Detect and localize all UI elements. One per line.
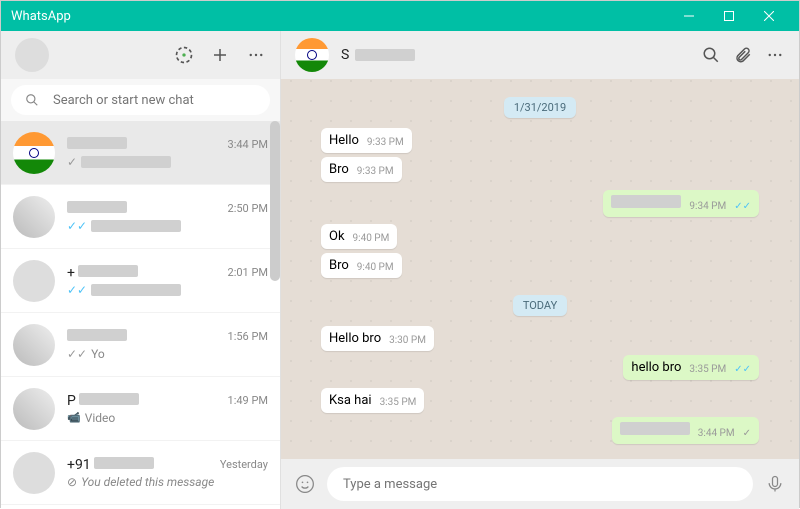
- redacted-name: [355, 49, 415, 61]
- message-text: Ok: [329, 229, 345, 244]
- search-wrap: [1, 79, 280, 121]
- mic-icon[interactable]: [765, 474, 785, 494]
- message-time: 3:35 PM: [380, 397, 417, 408]
- chat-item[interactable]: TuesdayHahahahahaa: [1, 505, 280, 509]
- chat-time: 3:44 PM: [228, 138, 268, 151]
- scrollbar[interactable]: [270, 121, 280, 281]
- chat-time: 1:49 PM: [228, 394, 268, 407]
- chat-item[interactable]: +91 Yesterday ⊘You deleted this message: [1, 441, 280, 505]
- compose-input-wrap[interactable]: [327, 467, 753, 501]
- window-buttons: [669, 1, 789, 31]
- chat-time: 2:50 PM: [228, 202, 268, 215]
- emoji-icon[interactable]: [295, 474, 315, 494]
- message-time: 9:33 PM: [367, 137, 404, 148]
- chat-avatar: [13, 388, 55, 430]
- chat-name: [67, 201, 127, 217]
- message-tick: ✓✓: [734, 201, 751, 212]
- message-text: hello bro: [631, 360, 681, 375]
- contact-avatar[interactable]: [295, 38, 329, 72]
- chat-list[interactable]: 3:44 PM ✓ 2:50 PM ✓✓ + 2:01 PM ✓✓ 1:56 PM ✓✓Yo P…: [1, 121, 280, 509]
- chat-item[interactable]: P 1:49 PM 📹Video: [1, 377, 280, 441]
- message-bubble[interactable]: Bro 9:33 PM: [321, 157, 402, 182]
- conversation-menu-icon[interactable]: [765, 45, 785, 65]
- message-tick: ✓: [743, 428, 751, 439]
- message-bubble[interactable]: 9:34 PM ✓✓: [603, 190, 759, 217]
- chat-item[interactable]: 2:50 PM ✓✓: [1, 185, 280, 249]
- search-box[interactable]: [11, 85, 270, 115]
- search-conversation-icon[interactable]: [701, 45, 721, 65]
- titlebar: WhatsApp: [1, 1, 799, 31]
- date-chip: 1/31/2019: [504, 97, 576, 118]
- my-avatar[interactable]: [15, 38, 49, 72]
- attach-icon[interactable]: [733, 45, 753, 65]
- conversation-panel: S 1/31/2019 Hello 9:33 PM Bro 9:33 PM 9:34 PM…: [281, 31, 799, 509]
- chat-name: +: [67, 265, 138, 281]
- chat-preview: ✓✓: [67, 283, 268, 297]
- chat-item[interactable]: 3:44 PM ✓: [1, 121, 280, 185]
- message-time: 9:33 PM: [357, 166, 394, 177]
- conversation-header: S: [281, 31, 799, 79]
- message-text: Bro: [329, 162, 349, 177]
- message-text: Ksa hai: [329, 393, 372, 408]
- status-icon[interactable]: [174, 45, 194, 65]
- contact-name[interactable]: S: [341, 47, 689, 63]
- message-tick: ✓✓: [734, 364, 751, 375]
- app-title: WhatsApp: [11, 9, 669, 24]
- search-input[interactable]: [53, 93, 256, 108]
- chat-preview: ✓✓: [67, 219, 268, 233]
- message-text: [611, 195, 681, 212]
- message-bubble[interactable]: Ksa hai 3:35 PM: [321, 388, 424, 413]
- message-list[interactable]: 1/31/2019Hello9:33 PMBro9:33 PM9:34 PM✓✓…: [281, 79, 799, 459]
- chat-avatar: [13, 260, 55, 302]
- minimize-button[interactable]: [669, 1, 709, 31]
- menu-icon[interactable]: [246, 45, 266, 65]
- chat-name: [67, 329, 127, 345]
- message-time: 3:30 PM: [389, 335, 426, 346]
- message-time: 9:40 PM: [353, 233, 390, 244]
- search-icon: [25, 93, 39, 107]
- chat-name: P: [67, 393, 139, 409]
- chat-preview: ✓✓Yo: [67, 347, 268, 361]
- message-bubble[interactable]: 3:44 PM ✓: [612, 417, 759, 444]
- message-bubble[interactable]: hello bro 3:35 PM ✓✓: [623, 355, 759, 380]
- left-header: [1, 31, 280, 79]
- chat-name: [67, 137, 127, 153]
- message-bubble[interactable]: Hello 9:33 PM: [321, 128, 412, 153]
- message-bubble[interactable]: Hello bro 3:30 PM: [321, 326, 434, 351]
- maximize-button[interactable]: [709, 1, 749, 31]
- close-button[interactable]: [749, 1, 789, 31]
- chat-preview: 📹Video: [67, 411, 268, 425]
- message-bubble[interactable]: Ok 9:40 PM: [321, 224, 397, 249]
- compose-bar: [281, 459, 799, 509]
- message-text: [620, 422, 690, 439]
- chat-time: 1:56 PM: [228, 330, 268, 343]
- message-time: 9:34 PM: [689, 201, 726, 212]
- message-text: Hello bro: [329, 331, 381, 346]
- message-text: Bro: [329, 258, 349, 273]
- left-panel: 3:44 PM ✓ 2:50 PM ✓✓ + 2:01 PM ✓✓ 1:56 PM ✓✓Yo P…: [1, 31, 281, 509]
- chat-time: Yesterday: [220, 458, 268, 471]
- chat-name: +91: [67, 457, 154, 473]
- message-time: 9:40 PM: [357, 262, 394, 273]
- message-input[interactable]: [343, 477, 737, 492]
- message-time: 3:44 PM: [698, 428, 735, 439]
- chat-avatar: [13, 132, 55, 174]
- chat-avatar: [13, 452, 55, 494]
- message-time: 3:35 PM: [689, 364, 726, 375]
- chat-preview: ⊘You deleted this message: [67, 475, 268, 489]
- chat-preview: ✓: [67, 155, 268, 169]
- message-bubble[interactable]: Bro 9:40 PM: [321, 253, 402, 278]
- date-chip: TODAY: [513, 295, 567, 316]
- new-chat-icon[interactable]: [210, 45, 230, 65]
- chat-avatar: [13, 324, 55, 366]
- chat-time: 2:01 PM: [228, 266, 268, 279]
- message-text: Hello: [329, 133, 359, 148]
- chat-item[interactable]: + 2:01 PM ✓✓: [1, 249, 280, 313]
- app-body: 3:44 PM ✓ 2:50 PM ✓✓ + 2:01 PM ✓✓ 1:56 PM ✓✓Yo P…: [1, 31, 799, 509]
- chat-avatar: [13, 196, 55, 238]
- chat-item[interactable]: 1:56 PM ✓✓Yo: [1, 313, 280, 377]
